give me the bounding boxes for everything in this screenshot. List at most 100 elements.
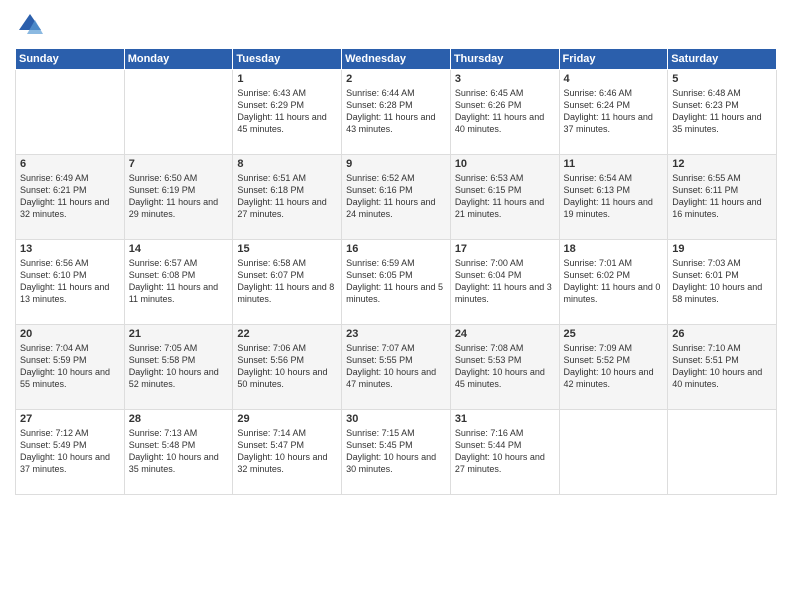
- day-number: 4: [564, 73, 664, 85]
- cell-info: Sunrise: 6:50 AM Sunset: 6:19 PM Dayligh…: [129, 172, 229, 221]
- cell-info: Sunrise: 6:53 AM Sunset: 6:15 PM Dayligh…: [455, 172, 555, 221]
- calendar-cell: 20 Sunrise: 7:04 AM Sunset: 5:59 PM Dayli…: [16, 325, 125, 410]
- calendar-week-row: 13Sunrise: 6:56 AM Sunset: 6:10 PM Dayli…: [16, 240, 777, 325]
- cell-info: Sunrise: 6:55 AM Sunset: 6:11 PM Dayligh…: [672, 172, 772, 221]
- calendar-cell: 23Sunrise: 7:07 AM Sunset: 5:55 PM Dayli…: [342, 325, 451, 410]
- day-number: 27: [20, 413, 120, 425]
- day-number: 15: [237, 243, 337, 255]
- calendar-cell: 4 Sunrise: 6:46 AM Sunset: 6:24 PM Daylig…: [559, 70, 668, 155]
- cell-info: Sunrise: 7:09 AM Sunset: 5:52 PM Dayligh…: [564, 342, 664, 391]
- calendar-header-row: SundayMondayTuesdayWednesdayThursdayFrid…: [16, 49, 777, 70]
- calendar-cell: 13Sunrise: 6:56 AM Sunset: 6:10 PM Dayli…: [16, 240, 125, 325]
- day-number: 18: [564, 243, 664, 255]
- day-number: 12: [672, 158, 772, 170]
- day-number: 3: [455, 73, 555, 85]
- cell-info: Sunrise: 6:51 AM Sunset: 6:18 PM Dayligh…: [237, 172, 337, 221]
- calendar-day-header: Friday: [559, 49, 668, 70]
- day-number: 23: [346, 328, 446, 340]
- calendar-cell: 10Sunrise: 6:53 AM Sunset: 6:15 PM Dayli…: [450, 155, 559, 240]
- calendar-cell: [668, 410, 777, 495]
- cell-info: Sunrise: 7:05 AM Sunset: 5:58 PM Dayligh…: [129, 342, 229, 391]
- calendar-cell: 29 Sunrise: 7:14 AM Sunset: 5:47 PM Dayli…: [233, 410, 342, 495]
- calendar-cell: 21 Sunrise: 7:05 AM Sunset: 5:58 PM Dayli…: [124, 325, 233, 410]
- day-number: 29: [237, 413, 337, 425]
- calendar-cell: 6 Sunrise: 6:49 AM Sunset: 6:21 PM Daylig…: [16, 155, 125, 240]
- calendar-day-header: Sunday: [16, 49, 125, 70]
- calendar-cell: 16Sunrise: 6:59 AM Sunset: 6:05 PM Dayli…: [342, 240, 451, 325]
- calendar-cell: 19 Sunrise: 7:03 AM Sunset: 6:01 PM Dayli…: [668, 240, 777, 325]
- calendar-table: SundayMondayTuesdayWednesdayThursdayFrid…: [15, 48, 777, 495]
- day-number: 11: [564, 158, 664, 170]
- day-number: 1: [237, 73, 337, 85]
- cell-info: Sunrise: 7:16 AM Sunset: 5:44 PM Dayligh…: [455, 427, 555, 476]
- cell-info: Sunrise: 6:46 AM Sunset: 6:24 PM Dayligh…: [564, 87, 664, 136]
- calendar-week-row: 6 Sunrise: 6:49 AM Sunset: 6:21 PM Daylig…: [16, 155, 777, 240]
- day-number: 19: [672, 243, 772, 255]
- calendar-cell: 15 Sunrise: 6:58 AM Sunset: 6:07 PM Dayli…: [233, 240, 342, 325]
- cell-info: Sunrise: 7:04 AM Sunset: 5:59 PM Dayligh…: [20, 342, 120, 391]
- calendar-cell: 27 Sunrise: 7:12 AM Sunset: 5:49 PM Dayli…: [16, 410, 125, 495]
- calendar-cell: 31Sunrise: 7:16 AM Sunset: 5:44 PM Dayli…: [450, 410, 559, 495]
- calendar-cell: 28 Sunrise: 7:13 AM Sunset: 5:48 PM Dayli…: [124, 410, 233, 495]
- calendar-cell: 7 Sunrise: 6:50 AM Sunset: 6:19 PM Daylig…: [124, 155, 233, 240]
- cell-info: Sunrise: 6:49 AM Sunset: 6:21 PM Dayligh…: [20, 172, 120, 221]
- calendar-cell: 30Sunrise: 7:15 AM Sunset: 5:45 PM Dayli…: [342, 410, 451, 495]
- calendar-cell: 11 Sunrise: 6:54 AM Sunset: 6:13 PM Dayli…: [559, 155, 668, 240]
- calendar-cell: [559, 410, 668, 495]
- cell-info: Sunrise: 6:43 AM Sunset: 6:29 PM Dayligh…: [237, 87, 337, 136]
- calendar-week-row: 20 Sunrise: 7:04 AM Sunset: 5:59 PM Dayli…: [16, 325, 777, 410]
- calendar-cell: 17 Sunrise: 7:00 AM Sunset: 6:04 PM Dayli…: [450, 240, 559, 325]
- calendar-cell: 22 Sunrise: 7:06 AM Sunset: 5:56 PM Dayli…: [233, 325, 342, 410]
- cell-info: Sunrise: 6:44 AM Sunset: 6:28 PM Dayligh…: [346, 87, 446, 136]
- day-number: 20: [20, 328, 120, 340]
- day-number: 14: [129, 243, 229, 255]
- day-number: 28: [129, 413, 229, 425]
- day-number: 7: [129, 158, 229, 170]
- day-number: 26: [672, 328, 772, 340]
- cell-info: Sunrise: 7:03 AM Sunset: 6:01 PM Dayligh…: [672, 257, 772, 306]
- cell-info: Sunrise: 7:13 AM Sunset: 5:48 PM Dayligh…: [129, 427, 229, 476]
- calendar-cell: 2Sunrise: 6:44 AM Sunset: 6:28 PM Daylig…: [342, 70, 451, 155]
- day-number: 25: [564, 328, 664, 340]
- calendar-cell: 3 Sunrise: 6:45 AM Sunset: 6:26 PM Daylig…: [450, 70, 559, 155]
- calendar-cell: 5 Sunrise: 6:48 AM Sunset: 6:23 PM Daylig…: [668, 70, 777, 155]
- calendar-day-header: Wednesday: [342, 49, 451, 70]
- cell-info: Sunrise: 7:14 AM Sunset: 5:47 PM Dayligh…: [237, 427, 337, 476]
- calendar-cell: 24 Sunrise: 7:08 AM Sunset: 5:53 PM Dayli…: [450, 325, 559, 410]
- day-number: 5: [672, 73, 772, 85]
- page: SundayMondayTuesdayWednesdayThursdayFrid…: [0, 0, 792, 612]
- day-number: 13: [20, 243, 120, 255]
- logo: [15, 10, 49, 40]
- calendar-cell: 14 Sunrise: 6:57 AM Sunset: 6:08 PM Dayli…: [124, 240, 233, 325]
- day-number: 24: [455, 328, 555, 340]
- cell-info: Sunrise: 7:00 AM Sunset: 6:04 PM Dayligh…: [455, 257, 555, 306]
- day-number: 21: [129, 328, 229, 340]
- day-number: 22: [237, 328, 337, 340]
- cell-info: Sunrise: 7:06 AM Sunset: 5:56 PM Dayligh…: [237, 342, 337, 391]
- calendar-cell: 12 Sunrise: 6:55 AM Sunset: 6:11 PM Dayli…: [668, 155, 777, 240]
- day-number: 9: [346, 158, 446, 170]
- day-number: 16: [346, 243, 446, 255]
- calendar-cell: [124, 70, 233, 155]
- day-number: 17: [455, 243, 555, 255]
- cell-info: Sunrise: 6:54 AM Sunset: 6:13 PM Dayligh…: [564, 172, 664, 221]
- calendar-cell: 18 Sunrise: 7:01 AM Sunset: 6:02 PM Dayli…: [559, 240, 668, 325]
- day-number: 8: [237, 158, 337, 170]
- cell-info: Sunrise: 7:01 AM Sunset: 6:02 PM Dayligh…: [564, 257, 664, 306]
- cell-info: Sunrise: 7:08 AM Sunset: 5:53 PM Dayligh…: [455, 342, 555, 391]
- calendar-day-header: Saturday: [668, 49, 777, 70]
- day-number: 30: [346, 413, 446, 425]
- calendar-week-row: 1 Sunrise: 6:43 AM Sunset: 6:29 PM Daylig…: [16, 70, 777, 155]
- cell-info: Sunrise: 6:57 AM Sunset: 6:08 PM Dayligh…: [129, 257, 229, 306]
- calendar-cell: 26Sunrise: 7:10 AM Sunset: 5:51 PM Dayli…: [668, 325, 777, 410]
- cell-info: Sunrise: 7:12 AM Sunset: 5:49 PM Dayligh…: [20, 427, 120, 476]
- cell-info: Sunrise: 6:48 AM Sunset: 6:23 PM Dayligh…: [672, 87, 772, 136]
- logo-icon: [15, 10, 45, 40]
- cell-info: Sunrise: 6:52 AM Sunset: 6:16 PM Dayligh…: [346, 172, 446, 221]
- cell-info: Sunrise: 6:58 AM Sunset: 6:07 PM Dayligh…: [237, 257, 337, 306]
- day-number: 6: [20, 158, 120, 170]
- calendar-cell: 1 Sunrise: 6:43 AM Sunset: 6:29 PM Daylig…: [233, 70, 342, 155]
- calendar-cell: [16, 70, 125, 155]
- cell-info: Sunrise: 6:45 AM Sunset: 6:26 PM Dayligh…: [455, 87, 555, 136]
- calendar-week-row: 27 Sunrise: 7:12 AM Sunset: 5:49 PM Dayli…: [16, 410, 777, 495]
